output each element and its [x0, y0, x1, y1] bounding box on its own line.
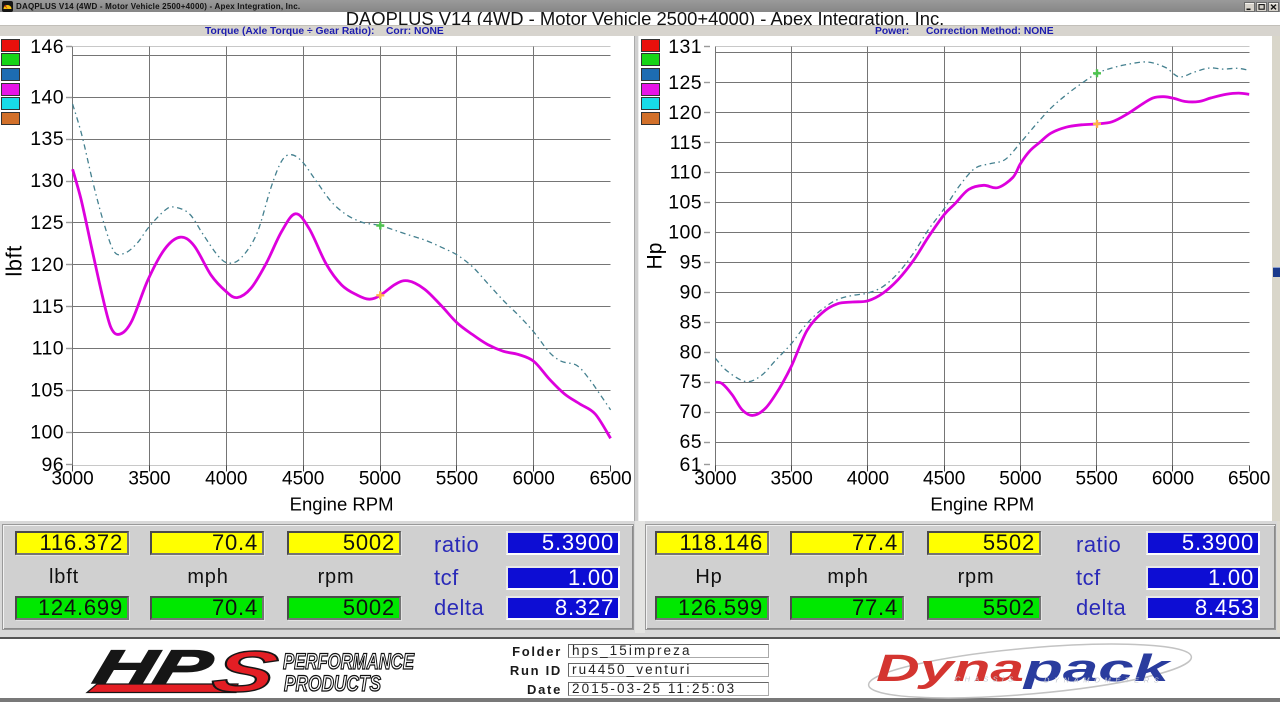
svg-text:DYNAMOMETERS: DYNAMOMETERS	[1044, 676, 1163, 685]
svg-text:75: 75	[680, 371, 703, 393]
svg-text:Engine RPM: Engine RPM	[290, 494, 394, 515]
svg-text:85: 85	[680, 311, 703, 333]
svg-text:6500: 6500	[1228, 469, 1270, 490]
svg-text:5500: 5500	[1076, 469, 1118, 490]
svg-text:120: 120	[30, 254, 64, 276]
svg-text:110: 110	[670, 162, 702, 184]
svg-text:S: S	[206, 644, 284, 700]
svg-text:90: 90	[680, 281, 703, 303]
svg-text:6500: 6500	[589, 469, 631, 490]
svg-text:4000: 4000	[205, 469, 247, 490]
svg-text:125: 125	[668, 72, 702, 94]
svg-text:5500: 5500	[436, 469, 478, 490]
svg-text:115: 115	[670, 132, 702, 154]
svg-text:110: 110	[32, 338, 64, 360]
svg-text:3000: 3000	[51, 469, 93, 490]
svg-text:PRODUCTS: PRODUCTS	[284, 671, 381, 696]
svg-text:4500: 4500	[282, 469, 324, 490]
svg-text:115: 115	[32, 296, 64, 318]
svg-text:120: 120	[668, 102, 702, 124]
svg-text:100: 100	[30, 422, 64, 444]
svg-text:70: 70	[680, 401, 703, 423]
svg-text:80: 80	[680, 341, 703, 363]
svg-text:130: 130	[30, 170, 64, 192]
svg-text:146: 146	[30, 36, 64, 58]
svg-text:Engine RPM: Engine RPM	[930, 494, 1034, 515]
svg-text:4000: 4000	[847, 469, 889, 490]
svg-text:5000: 5000	[359, 469, 401, 490]
svg-text:Dyna: Dyna	[876, 648, 1024, 690]
svg-text:105: 105	[30, 380, 64, 402]
svg-text:131: 131	[668, 36, 702, 58]
svg-text:CHASSIS: CHASSIS	[955, 675, 1017, 684]
svg-text:4500: 4500	[923, 469, 965, 490]
svg-text:65: 65	[680, 431, 703, 453]
svg-text:3000: 3000	[694, 469, 736, 490]
svg-text:5000: 5000	[999, 469, 1041, 490]
svg-text:3500: 3500	[128, 469, 170, 490]
svg-text:105: 105	[668, 192, 702, 214]
svg-text:125: 125	[30, 212, 64, 234]
svg-text:lbft: lbft	[2, 245, 27, 276]
svg-text:HP: HP	[89, 644, 218, 694]
svg-text:Hp: Hp	[644, 243, 667, 270]
svg-text:6000: 6000	[513, 469, 555, 490]
svg-text:3500: 3500	[771, 469, 813, 490]
svg-text:6000: 6000	[1152, 469, 1194, 490]
svg-text:140: 140	[30, 86, 64, 108]
svg-text:100: 100	[668, 222, 702, 244]
svg-text:135: 135	[30, 128, 64, 150]
svg-text:95: 95	[680, 252, 703, 274]
